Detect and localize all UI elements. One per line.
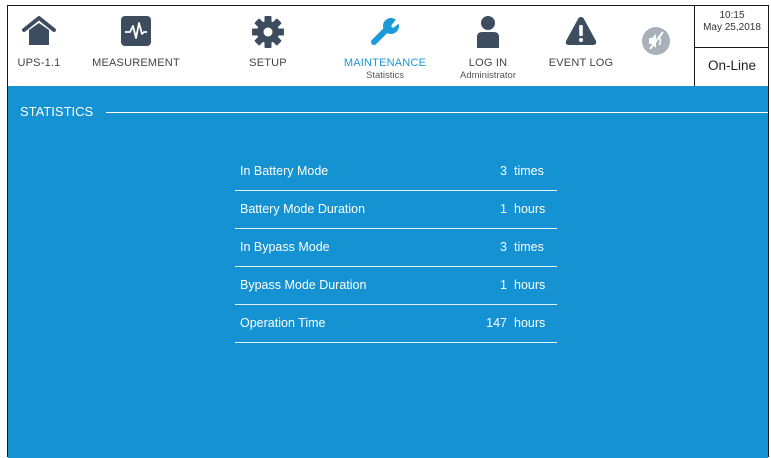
user-icon: [475, 15, 501, 54]
stat-value: 3: [500, 164, 507, 178]
stat-value: 3: [500, 240, 507, 254]
status-time: 10:15: [719, 10, 745, 21]
stat-name: Battery Mode Duration: [240, 202, 366, 216]
app-window: UPS-1.1 MEASUREMENT SETUP MAINTENANCE St…: [7, 5, 769, 458]
waveform-icon: [120, 15, 152, 52]
status-panel: 10:15 May 25,2018 On-Line: [694, 6, 769, 86]
stat-unit: hours: [514, 316, 546, 330]
stat-row-operation-time: Operation Time 147 hours: [235, 305, 557, 343]
nav-item-event-log[interactable]: EVENT LOG: [536, 6, 626, 86]
nav-item-ups[interactable]: UPS-1.1: [8, 6, 70, 86]
nav-label-setup: SETUP: [249, 57, 287, 69]
status-date: May 25,2018: [703, 22, 761, 33]
stat-unit: hours: [514, 202, 546, 216]
stat-row-bypass-duration: Bypass Mode Duration 1 hours: [235, 267, 557, 305]
nav-item-setup[interactable]: SETUP: [220, 6, 316, 86]
ups-mode-status: On-Line: [707, 58, 757, 73]
mute-icon: [641, 26, 671, 61]
nav-item-measurement[interactable]: MEASUREMENT: [76, 6, 196, 86]
section-title: STATISTICS: [20, 104, 94, 119]
nav-item-login[interactable]: LOG IN Administrator: [448, 6, 528, 86]
nav-sub-maintenance: Statistics: [365, 70, 404, 81]
nav-sub-login: Administrator: [460, 70, 516, 81]
warning-icon: [564, 15, 598, 52]
clock-readout: 10:15 May 25,2018: [695, 10, 769, 34]
stat-unit: times: [514, 164, 544, 178]
stat-unit: hours: [514, 278, 546, 292]
status-divider: [695, 47, 769, 48]
wrench-icon: [367, 15, 403, 56]
nav-label-ups: UPS-1.1: [17, 57, 61, 69]
stat-unit: times: [514, 240, 544, 254]
nav-label-event-log: EVENT LOG: [548, 57, 614, 69]
stat-row-bypass-mode: In Bypass Mode 3 times: [235, 229, 557, 267]
top-nav-bar: UPS-1.1 MEASUREMENT SETUP MAINTENANCE St…: [8, 6, 769, 86]
stat-row-battery-mode: In Battery Mode 3 times: [235, 153, 557, 191]
stat-name: Bypass Mode Duration: [240, 278, 367, 292]
stat-value: 147: [486, 316, 507, 330]
gear-icon: [251, 15, 285, 54]
stat-name: In Bypass Mode: [240, 240, 330, 254]
stat-row-battery-duration: Battery Mode Duration 1 hours: [235, 191, 557, 229]
stat-value: 1: [500, 278, 507, 292]
nav-label-login: LOG IN: [468, 57, 508, 69]
section-divider: [106, 112, 768, 113]
nav-label-maintenance: MAINTENANCE: [343, 57, 427, 69]
home-icon: [21, 15, 57, 52]
mute-button[interactable]: [636, 6, 676, 86]
stat-value: 1: [500, 202, 507, 216]
stat-name: In Battery Mode: [240, 164, 329, 178]
nav-label-measurement: MEASUREMENT: [92, 57, 180, 69]
nav-item-maintenance[interactable]: MAINTENANCE Statistics: [324, 6, 446, 86]
statistics-panel: STATISTICS In Battery Mode 3 times Batte…: [8, 86, 768, 458]
stat-name: Operation Time: [240, 316, 326, 330]
